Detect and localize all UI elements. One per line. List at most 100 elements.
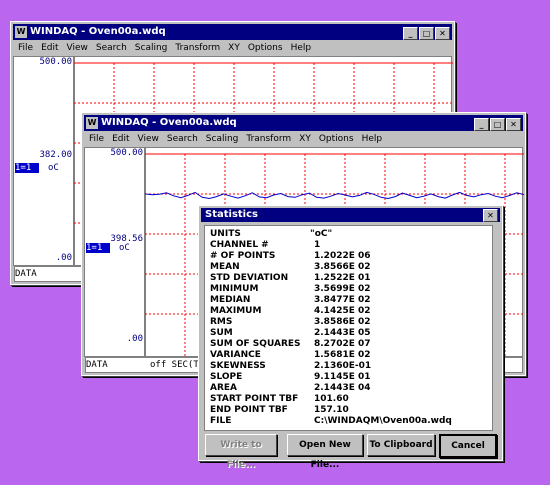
stats-value: 2.1360E-01 <box>314 361 372 371</box>
stats-label: CHANNEL # <box>210 240 269 250</box>
maximize-icon[interactable]: □ <box>419 27 434 40</box>
close-icon[interactable]: ✕ <box>483 209 498 222</box>
stats-row: MAXIMUM 4.1425E 02 <box>210 306 488 317</box>
temperature-trace <box>144 191 524 200</box>
write-to-file-button[interactable]: Write to File... <box>205 434 277 470</box>
minimize-icon[interactable]: _ <box>403 27 418 40</box>
menu-help[interactable]: Help <box>362 134 383 144</box>
menu-view[interactable]: View <box>138 134 159 144</box>
stats-row: SKEWNESS 2.1360E-01 <box>210 361 488 372</box>
menu-transform[interactable]: Transform <box>246 134 291 144</box>
front-top-scale: 500.00 <box>110 148 143 158</box>
stats-row: MEAN 3.8566E 02 <box>210 262 488 273</box>
stats-label: FILE <box>210 416 232 426</box>
stats-row: START POINT TBF 101.60 <box>210 394 488 405</box>
back-channel-label[interactable]: 1=1 <box>15 163 39 173</box>
stats-label: UNITS <box>210 229 241 239</box>
stats-value: 3.5699E 02 <box>314 284 371 294</box>
front-window-title: WINDAQ - Oven00a.wdq <box>101 117 237 128</box>
stats-value: 1.5681E 02 <box>314 350 371 360</box>
front-status-text: DATA <box>86 360 108 370</box>
stats-label: # OF POINTS <box>210 251 276 261</box>
stats-table: UNITS "oC" CHANNEL # 1 # OF POINTS 1.2022E 06… <box>210 229 488 427</box>
stats-value: "oC" <box>310 229 333 239</box>
stats-row: FILE C:\WINDAQM\Oven00a.wdq <box>210 416 488 427</box>
stats-label: START POINT TBF <box>210 394 299 404</box>
stats-label: AREA <box>210 383 238 393</box>
stats-value: 9.1145E 01 <box>314 372 371 382</box>
stats-row: CHANNEL # 1 <box>210 240 488 251</box>
stats-value: 1.2522E 01 <box>314 273 371 283</box>
maximize-icon[interactable]: □ <box>490 118 505 131</box>
stats-row: SUM 2.1443E 05 <box>210 328 488 339</box>
stats-value: 1 <box>314 240 321 250</box>
to-clipboard-button[interactable]: To Clipboard <box>367 434 435 456</box>
stats-row: UNITS "oC" <box>210 229 488 240</box>
menu-help[interactable]: Help <box>291 43 312 53</box>
menu-search[interactable]: Search <box>167 134 198 144</box>
cancel-button[interactable]: Cancel <box>439 434 497 458</box>
stats-value: 3.8477E 02 <box>314 295 371 305</box>
stats-row: END POINT TBF 157.10 <box>210 405 488 416</box>
front-menu-bar: File Edit View Search Scaling Transform XY Opti… <box>84 132 523 146</box>
menu-scaling[interactable]: Scaling <box>206 134 239 144</box>
menu-edit[interactable]: Edit <box>112 134 129 144</box>
back-menu-bar: File Edit View Search Scaling Transform XY Opti… <box>13 41 452 55</box>
front-title-bar[interactable]: W WINDAQ - Oven00a.wdq _ □ ✕ <box>84 115 523 131</box>
stats-label: MEAN <box>210 262 240 272</box>
menu-options[interactable]: Options <box>248 43 283 53</box>
stats-row: SUM OF SQUARES 8.2702E 07 <box>210 339 488 350</box>
stats-label: STD DEVIATION <box>210 273 289 283</box>
menu-options[interactable]: Options <box>319 134 354 144</box>
stats-row: SLOPE 9.1145E 01 <box>210 372 488 383</box>
menu-view[interactable]: View <box>67 43 88 53</box>
menu-edit[interactable]: Edit <box>41 43 58 53</box>
close-icon[interactable]: ✕ <box>506 118 521 131</box>
stats-value: 3.8566E 02 <box>314 262 371 272</box>
front-bottom-scale: .00 <box>126 334 143 344</box>
windaq-logo-icon: W <box>86 117 98 129</box>
stats-label: SUM <box>210 328 233 338</box>
menu-search[interactable]: Search <box>96 43 127 53</box>
menu-file[interactable]: File <box>89 134 104 144</box>
stats-value: 4.1425E 02 <box>314 306 371 316</box>
stats-label: MINIMUM <box>210 284 259 294</box>
back-value-readout: 382.00 <box>39 150 72 160</box>
menu-xy[interactable]: XY <box>228 43 240 53</box>
stats-value: 101.60 <box>314 394 349 404</box>
back-status-text: DATA <box>15 269 37 279</box>
stats-value: 157.10 <box>314 405 349 415</box>
close-icon[interactable]: ✕ <box>435 27 450 40</box>
menu-file[interactable]: File <box>18 43 33 53</box>
menu-xy[interactable]: XY <box>299 134 311 144</box>
stats-row: MEDIAN 3.8477E 02 <box>210 295 488 306</box>
stats-label: SLOPE <box>210 372 243 382</box>
stats-title-bar[interactable]: Statistics ✕ <box>201 208 500 222</box>
front-channel-label[interactable]: 1=1 <box>86 243 110 253</box>
stats-row: AREA 2.1443E 04 <box>210 383 488 394</box>
stats-row: # OF POINTS 1.2022E 06 <box>210 251 488 262</box>
stats-panel: UNITS "oC" CHANNEL # 1 # OF POINTS 1.2022E 06… <box>204 225 493 431</box>
stats-label: MEDIAN <box>210 295 251 305</box>
stats-label: VARIANCE <box>210 350 261 360</box>
open-new-file-button[interactable]: Open New File... <box>287 434 363 470</box>
front-status-timebase: off SEC(TB <box>150 360 205 370</box>
stats-value: 2.1443E 04 <box>314 383 371 393</box>
stats-label: SKEWNESS <box>210 361 266 371</box>
minimize-icon[interactable]: _ <box>474 118 489 131</box>
menu-scaling[interactable]: Scaling <box>135 43 168 53</box>
back-bottom-scale: .00 <box>55 253 72 263</box>
stats-row: VARIANCE 1.5681E 02 <box>210 350 488 361</box>
stats-label: MAXIMUM <box>210 306 262 316</box>
windaq-logo-icon: W <box>15 26 27 38</box>
back-title-bar[interactable]: W WINDAQ - Oven00a.wdq _ □ ✕ <box>13 24 452 40</box>
stats-label: RMS <box>210 317 233 327</box>
stats-row: STD DEVIATION 1.2522E 01 <box>210 273 488 284</box>
back-top-scale: 500.00 <box>39 57 72 67</box>
stats-value: C:\WINDAQM\Oven00a.wdq <box>314 416 452 426</box>
statistics-dialog[interactable]: Statistics ✕ UNITS "oC" CHANNEL #1 # OF POI… <box>198 205 503 470</box>
front-units-label: oC <box>119 243 130 253</box>
stats-label: END POINT TBF <box>210 405 288 415</box>
stats-label: SUM OF SQUARES <box>210 339 301 349</box>
menu-transform[interactable]: Transform <box>175 43 220 53</box>
